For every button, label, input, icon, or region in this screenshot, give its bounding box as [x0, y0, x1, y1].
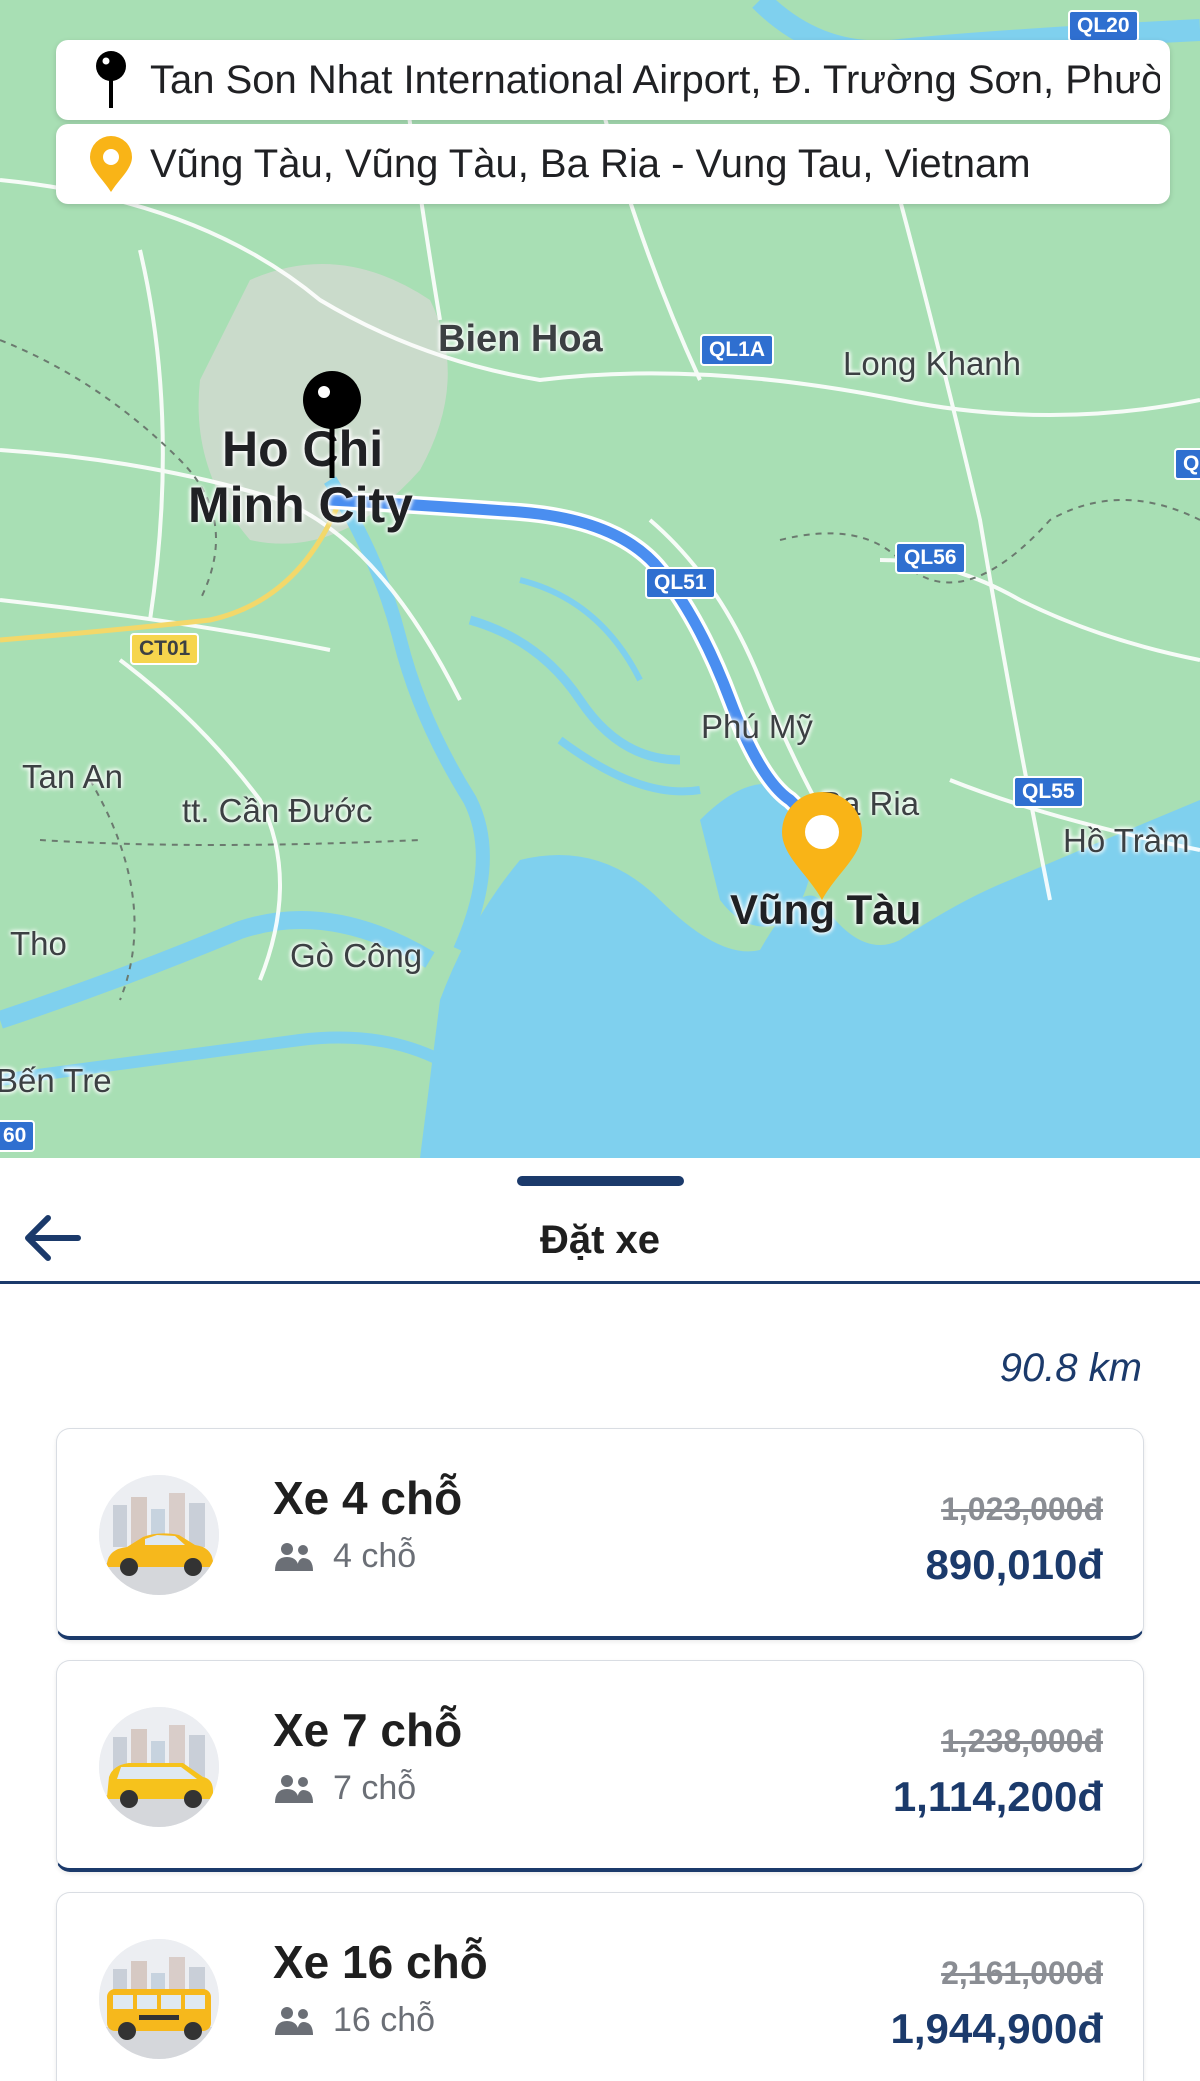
destination-pin-icon[interactable] [778, 790, 866, 902]
map-label-ben-tre: Bến Tre [0, 1062, 112, 1099]
road-badge-ql20: QL20 [1068, 10, 1139, 42]
map-label-tan-an: Tan An [22, 758, 123, 795]
map-label-tho: Tho [10, 925, 67, 962]
origin-pin-icon [86, 50, 136, 110]
seat-count: 16 chỗ [333, 2001, 436, 2039]
destination-address-card[interactable]: Vũng Tàu, Vũng Tàu, Ba Ria - Vung Tau, V… [56, 124, 1170, 204]
road-badge-ql56: QL56 [895, 542, 966, 574]
road-badge-ct01: CT01 [130, 633, 200, 665]
vehicle-name: Xe 7 chỗ [273, 1704, 463, 1756]
road-badge-60: 60 [0, 1120, 36, 1152]
sheet-drag-handle[interactable] [517, 1176, 684, 1186]
map-label-ho-tram: Hồ Tràm [1063, 822, 1190, 859]
car-sedan-icon [99, 1475, 219, 1595]
original-price: 1,023,000đ [941, 1491, 1103, 1527]
vehicle-name: Xe 4 chỗ [273, 1472, 463, 1524]
origin-address-text: Tan Son Nhat International Airport, Đ. T… [150, 57, 1160, 102]
road-badge-ql55: QL55 [1013, 776, 1084, 808]
vehicle-option-16-seat[interactable]: Xe 16 chỗ 16 chỗ 2,161,000đ 1,944,900đ [56, 1892, 1144, 2081]
van-icon [99, 1939, 219, 2059]
map-label-bien-hoa: Bien Hoa [438, 318, 603, 360]
map-label-can-duoc: tt. Cần Đước [182, 792, 373, 829]
people-icon [275, 1542, 313, 1571]
vehicle-name: Xe 16 chỗ [273, 1936, 488, 1988]
map-label-minh-city: Minh City [188, 477, 413, 533]
original-price: 2,161,000đ [941, 1955, 1103, 1991]
road-badge-ql1a: QL1A [700, 334, 775, 366]
seat-count: 7 chỗ [333, 1769, 417, 1807]
road-badge-q: Q [1174, 448, 1200, 480]
map-label-go-cong: Gò Công [290, 937, 423, 974]
seat-info: 16 chỗ [273, 2001, 435, 2040]
original-price: 1,238,000đ [941, 1723, 1103, 1759]
road-badge-ql51: QL51 [645, 567, 716, 599]
seat-info: 7 chỗ [273, 1769, 416, 1808]
booking-sheet: Đặt xe 90.8 km Xe 4 chỗ 4 chỗ 1,023,000đ… [0, 1158, 1200, 2081]
origin-address-card[interactable]: Tan Son Nhat International Airport, Đ. T… [56, 40, 1170, 120]
destination-address-text: Vũng Tàu, Vũng Tàu, Ba Ria - Vung Tau, V… [150, 141, 1031, 186]
discounted-price: 1,114,200đ [892, 1773, 1103, 1820]
route-distance: 90.8 km [999, 1346, 1142, 1390]
origin-pin-icon[interactable] [300, 370, 364, 482]
vehicle-option-4-seat[interactable]: Xe 4 chỗ 4 chỗ 1,023,000đ 890,010đ [56, 1428, 1144, 1640]
discounted-price: 1,944,900đ [890, 2005, 1103, 2052]
car-suv-icon [99, 1707, 219, 1827]
people-icon [275, 1774, 313, 1803]
map-label-phu-my: Phú Mỹ [701, 708, 813, 745]
vehicle-option-7-seat[interactable]: Xe 7 chỗ 7 chỗ 1,238,000đ 1,114,200đ [56, 1660, 1144, 1872]
seat-count: 4 chỗ [333, 1537, 417, 1575]
people-icon [275, 2006, 313, 2035]
seat-info: 4 chỗ [273, 1537, 416, 1576]
map-view[interactable]: Bien Hoa Ho Chi Minh City Long Khanh Phú… [0, 0, 1200, 1158]
map-label-long-khanh: Long Khanh [843, 345, 1022, 382]
page-title: Đặt xe [539, 1218, 661, 1262]
sheet-header: Đặt xe [0, 1188, 1200, 1284]
destination-pin-icon [86, 134, 136, 194]
discounted-price: 890,010đ [925, 1541, 1103, 1588]
